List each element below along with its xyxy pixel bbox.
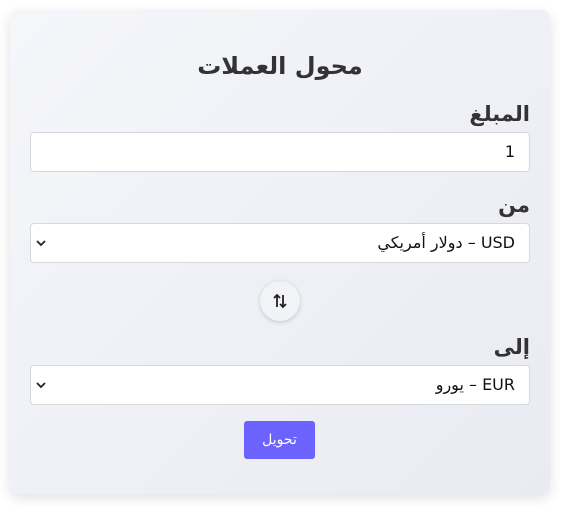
from-currency-select[interactable]: USD – دولار أمريكي	[30, 223, 530, 263]
convert-button[interactable]: تحويل	[244, 421, 315, 459]
amount-value: 1	[504, 142, 515, 161]
amount-label: المبلغ	[469, 102, 530, 126]
amount-input[interactable]: 1	[30, 132, 530, 172]
swap-vertical-icon	[273, 293, 287, 309]
from-currency-value: USD – دولار أمريكي	[377, 233, 515, 252]
to-label: إلى	[493, 335, 530, 359]
chevron-down-icon	[36, 382, 46, 389]
page-title: محول العملات	[197, 52, 363, 80]
to-currency-select[interactable]: EUR – يورو	[30, 365, 530, 405]
chevron-down-icon	[36, 240, 46, 247]
from-label: من	[498, 193, 530, 217]
swap-button[interactable]	[260, 281, 300, 321]
to-currency-value: EUR – يورو	[435, 375, 515, 394]
converter-card: محول العملات المبلغ 1 من USD – دولار أمر…	[10, 10, 550, 494]
